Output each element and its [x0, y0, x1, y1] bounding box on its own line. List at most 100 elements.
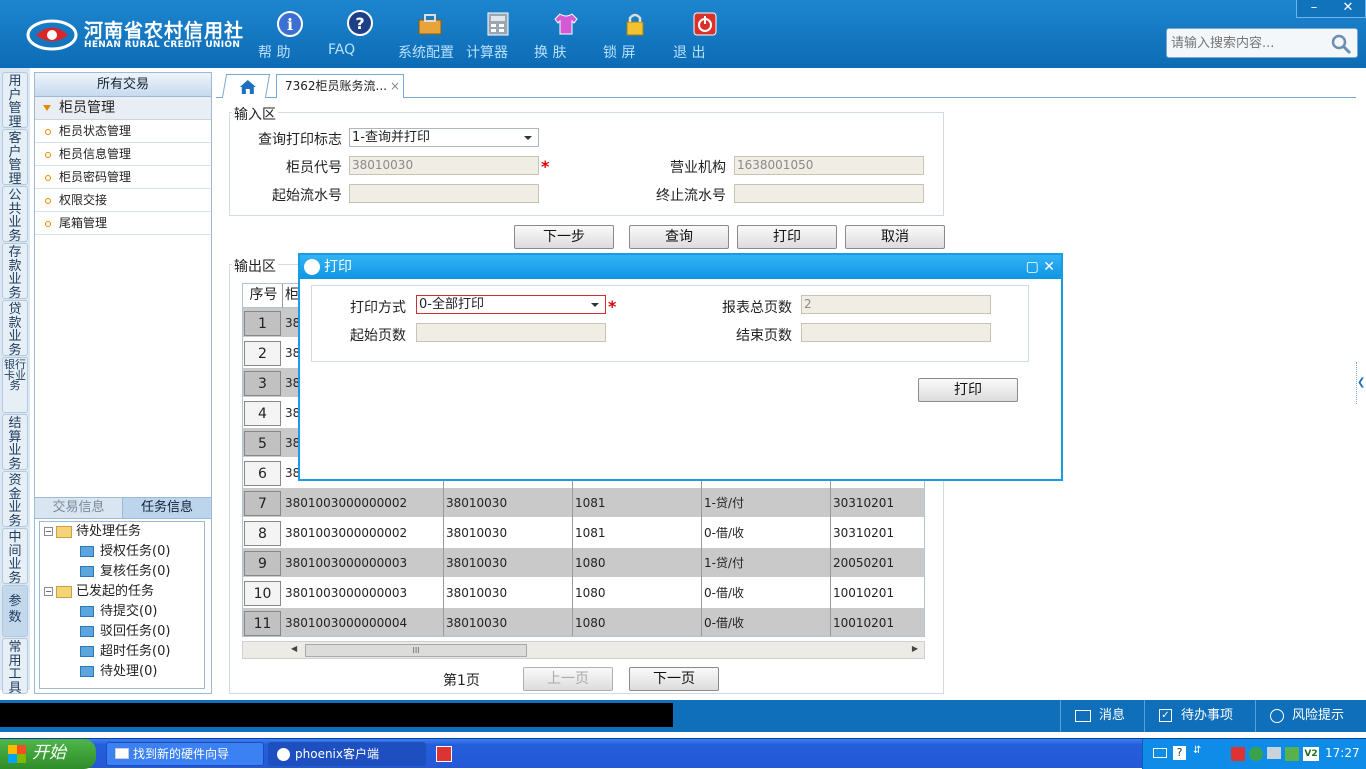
table-row[interactable]: 9 3801003000000003 38010030 1080 1-贷/付 200502…	[243, 548, 924, 578]
next-step-button[interactable]: 下一步	[514, 225, 614, 249]
vtab-settlement[interactable]: 结算业务	[2, 414, 28, 471]
help-button[interactable]: i 帮 助	[258, 8, 322, 62]
tab-teller-journal[interactable]: 7362柜员账务流... ×	[276, 74, 404, 98]
taskbar-app-icon[interactable]	[436, 746, 452, 762]
teller-label: 柜员代号	[286, 160, 342, 176]
table-row[interactable]: 11 3801003000000004 38010030 1080 0-借/收 10010…	[243, 608, 924, 636]
logout-button[interactable]: 退 出	[673, 8, 737, 62]
window-controls: – ✕	[1296, 0, 1366, 18]
teller-field[interactable]: 38010030	[349, 156, 539, 175]
end-serial-field[interactable]	[734, 184, 924, 203]
query-button[interactable]: 查询	[629, 225, 729, 249]
horizontal-scrollbar[interactable]: ◀ III ▶	[242, 641, 925, 659]
menu-item-teller-status[interactable]: 柜员状态管理	[35, 120, 211, 143]
close-tab-icon[interactable]: ×	[390, 79, 400, 93]
tree-node-rejected[interactable]: 驳回任务(0)	[80, 622, 170, 642]
prev-page-button[interactable]: 上一页	[523, 667, 613, 691]
next-page-button[interactable]: 下一页	[629, 667, 719, 691]
dialog-print-button[interactable]: 打印	[918, 378, 1018, 402]
tray-v2-icon[interactable]: V2	[1303, 747, 1319, 761]
tray-shield-icon[interactable]	[1285, 747, 1299, 761]
start-serial-field[interactable]	[349, 184, 539, 203]
collapse-icon[interactable]: −	[44, 587, 53, 596]
scroll-thumb[interactable]: III	[305, 644, 527, 657]
tree-node-timeout[interactable]: 超时任务(0)	[80, 642, 170, 662]
tree-node-todo[interactable]: 待处理(0)	[80, 662, 157, 682]
scroll-left-icon[interactable]: ◀	[291, 644, 297, 653]
org-field[interactable]: 1638001050	[734, 156, 924, 175]
taskbar-item-hardware-wizard[interactable]: 找到新的硬件向导	[106, 742, 264, 766]
help-label: 帮 助	[258, 45, 291, 61]
tree-node-auth[interactable]: 授权任务(0)	[80, 542, 170, 562]
teller-mgmt-label: 柜员管理	[59, 100, 115, 116]
close-window-button[interactable]: ✕	[1331, 0, 1365, 16]
table-cell: 1-贷/付	[702, 548, 831, 578]
home-tab[interactable]	[221, 74, 271, 98]
panel-collapse-handle[interactable]: ❮	[1356, 362, 1365, 404]
toolbox-icon	[418, 14, 442, 35]
risk-alert-button[interactable]: 风险提示	[1255, 700, 1366, 732]
dialog-controls[interactable]: ▢ ✕	[1026, 255, 1055, 279]
tree-node-submit[interactable]: 待提交(0)	[80, 602, 157, 622]
scroll-right-icon[interactable]: ▶	[912, 644, 918, 653]
tree-label: 待处理(0)	[100, 664, 158, 679]
row-number: 7	[244, 491, 281, 516]
lock-screen-button[interactable]: 锁 屏	[603, 8, 667, 62]
total-pages-field[interactable]: 2	[801, 295, 991, 314]
cancel-button[interactable]: 取消	[845, 225, 945, 249]
minimize-button[interactable]: –	[1297, 0, 1331, 16]
vtab-public-business[interactable]: 公共业务	[2, 186, 28, 243]
skin-button[interactable]: 换 肤	[534, 8, 598, 62]
todo-button[interactable]: ✓ 待办事项	[1144, 700, 1254, 732]
logo: 河南省农村信用社 HENAN RURAL CREDIT UNION	[22, 14, 243, 56]
end-page-field[interactable]	[801, 323, 991, 342]
menu-item-permission-handover[interactable]: 权限交接	[35, 189, 211, 212]
table-cell: 38010030	[444, 548, 573, 578]
system-config-button[interactable]: 系统配置	[398, 8, 462, 62]
tray-keyboard-icon[interactable]	[1153, 748, 1167, 758]
taskbar-item-phoenix[interactable]: phoenix客户端	[268, 742, 426, 766]
tree-node-started[interactable]: − 已发起的任务	[44, 582, 154, 602]
table-row[interactable]: 10 3801003000000003 38010030 1080 0-借/收 10010…	[243, 578, 924, 608]
table-row[interactable]: 7 3801003000000002 38010030 1081 1-贷/付 303102…	[243, 488, 924, 518]
table-cell: 3801003000000004	[283, 608, 444, 636]
vtab-loan[interactable]: 贷款业务	[2, 300, 28, 357]
tray-arrow-icon[interactable]: ⇵	[1193, 745, 1201, 756]
tray-help-icon[interactable]: ?	[1173, 746, 1186, 760]
tray-monitor-icon[interactable]	[1267, 747, 1281, 759]
vtab-parameters[interactable]: 参数	[2, 585, 28, 637]
print-flag-select[interactable]: 1-查询并打印	[349, 128, 539, 147]
tree-node-review[interactable]: 复核任务(0)	[80, 562, 170, 582]
tree-node-pending[interactable]: − 待处理任务	[44, 522, 141, 542]
print-mode-select[interactable]: 0-全部打印	[416, 295, 606, 314]
vtab-intermediate[interactable]: 中间业务	[2, 528, 28, 585]
start-button[interactable]: 开始	[0, 739, 96, 769]
dialog-titlebar[interactable]: 打印 ▢ ✕	[300, 255, 1061, 279]
end-page-label: 结束页数	[736, 328, 792, 344]
search-input[interactable]	[1167, 29, 1327, 57]
collapse-icon[interactable]: −	[44, 527, 53, 536]
vtab-bankcard[interactable]: 银行卡业务	[2, 357, 28, 413]
vtab-user-mgmt[interactable]: 用户管理	[2, 72, 28, 129]
os-taskbar: 开始 找到新的硬件向导 phoenix客户端 ? ⇵ V2 17:27	[0, 738, 1366, 769]
vtab-common-tools[interactable]: 常用工具	[2, 638, 28, 695]
tray-network-icon[interactable]	[1231, 747, 1245, 761]
vtab-deposit[interactable]: 存款业务	[2, 243, 28, 300]
vtab-customer-mgmt[interactable]: 客户管理	[2, 129, 28, 186]
menu-item-teller-password[interactable]: 柜员密码管理	[35, 166, 211, 189]
table-row[interactable]: 8 3801003000000002 38010030 1081 0-借/收 303102…	[243, 518, 924, 548]
print-button[interactable]: 打印	[737, 225, 837, 249]
menu-item-teller-info[interactable]: 柜员信息管理	[35, 143, 211, 166]
start-page-field[interactable]	[416, 323, 606, 342]
tray-security-icon[interactable]	[1249, 747, 1263, 761]
vtab-funds[interactable]: 资金业务	[2, 471, 28, 528]
faq-button[interactable]: ? FAQ	[328, 8, 392, 62]
tab-task-info[interactable]: 任务信息	[123, 498, 211, 518]
tab-transaction-info[interactable]: 交易信息	[35, 498, 123, 518]
menu-item-cash-box[interactable]: 尾箱管理	[35, 212, 211, 235]
all-transactions-header[interactable]: 所有交易	[35, 73, 211, 97]
teller-mgmt-group[interactable]: 柜员管理	[35, 97, 211, 120]
calculator-button[interactable]: 计算器	[466, 8, 530, 62]
search-icon[interactable]	[1329, 32, 1353, 56]
messages-button[interactable]: 消息	[1060, 700, 1142, 732]
